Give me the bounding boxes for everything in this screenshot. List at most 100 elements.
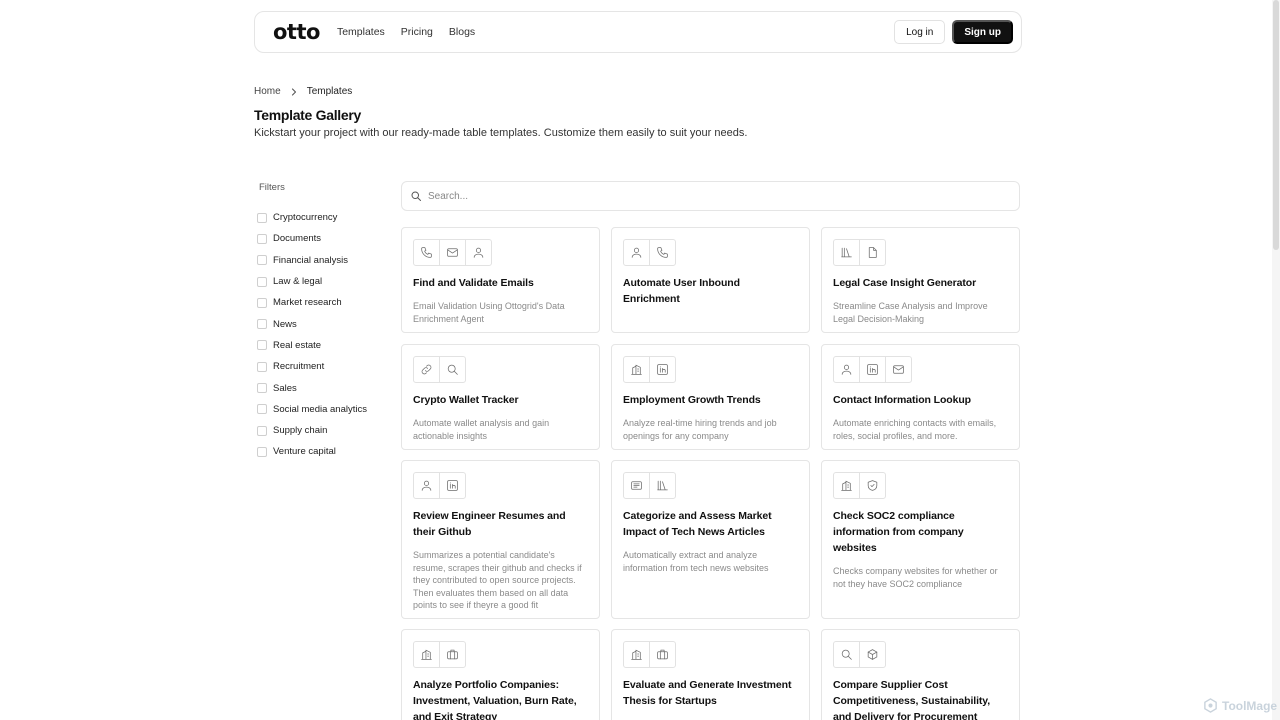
- filter-label: Documents: [273, 233, 322, 245]
- card-title: Analyze Portfolio Companies: Investment,…: [413, 679, 577, 720]
- filter-law-legal[interactable]: Law & legal: [257, 271, 367, 292]
- signup-button[interactable]: Sign up: [952, 20, 1013, 44]
- card-title: Find and Validate Emails: [413, 277, 534, 289]
- login-button[interactable]: Log in: [894, 20, 946, 44]
- filter-checkbox[interactable]: [257, 276, 267, 287]
- filter-label: Financial analysis: [273, 254, 348, 266]
- card-description: Checks company websites for whether or n…: [833, 566, 998, 589]
- template-card[interactable]: Categorize and Assess Market Impact of T…: [611, 460, 810, 619]
- phone-icon: [413, 239, 440, 266]
- filter-news[interactable]: News: [257, 313, 367, 334]
- nav-link-templates[interactable]: Templates: [337, 26, 385, 38]
- filter-label: Venture capital: [273, 446, 336, 458]
- filter-supply-chain[interactable]: Supply chain: [257, 420, 367, 441]
- card-description: Summarizes a potential candidate's resum…: [413, 550, 582, 610]
- briefcase-icon: [439, 641, 466, 668]
- template-card[interactable]: Analyze Portfolio Companies: Investment,…: [401, 629, 600, 720]
- linkedin-icon: [649, 356, 676, 383]
- card-description: Analyze real-time hiring trends and job …: [623, 418, 777, 441]
- template-card[interactable]: Automate User Inbound Enrichment: [611, 227, 810, 333]
- page-subtitle: Kickstart your project with our ready-ma…: [254, 127, 748, 139]
- filter-sales[interactable]: Sales: [257, 377, 367, 398]
- template-card[interactable]: Legal Case Insight Generator Streamline …: [821, 227, 1020, 333]
- filter-social-media-analytics[interactable]: Social media analytics: [257, 399, 367, 420]
- filter-financial-analysis[interactable]: Financial analysis: [257, 250, 367, 271]
- mail-icon: [439, 239, 466, 266]
- template-card[interactable]: Check SOC2 compliance information from c…: [821, 460, 1020, 619]
- search-icon: [439, 356, 466, 383]
- filter-documents[interactable]: Documents: [257, 228, 367, 249]
- scrollbar-track[interactable]: [1272, 0, 1280, 720]
- filter-checkbox[interactable]: [257, 425, 267, 436]
- chevron-right-icon: [290, 87, 298, 96]
- filter-market-research[interactable]: Market research: [257, 292, 367, 313]
- building-icon: [833, 472, 860, 499]
- building-icon: [623, 641, 650, 668]
- card-icons: [623, 356, 798, 383]
- card-title: Evaluate and Generate Investment Thesis …: [623, 679, 792, 707]
- filter-label: Social media analytics: [273, 403, 367, 415]
- user-icon: [623, 239, 650, 266]
- filter-label: Law & legal: [273, 276, 323, 288]
- scrollbar-thumb[interactable]: [1273, 0, 1279, 250]
- filter-cryptocurrency[interactable]: Cryptocurrency: [257, 207, 367, 228]
- search-input[interactable]: [428, 190, 988, 202]
- search-bar[interactable]: [401, 181, 1020, 211]
- template-card[interactable]: Review Engineer Resumes and their Github…: [401, 460, 600, 619]
- template-card[interactable]: Crypto Wallet Tracker Automate wallet an…: [401, 344, 600, 450]
- library-icon: [833, 239, 860, 266]
- card-icons: [413, 356, 588, 383]
- filter-checkbox[interactable]: [257, 361, 267, 372]
- search-icon: [833, 641, 860, 668]
- card-title: Automate User Inbound Enrichment: [623, 277, 740, 305]
- filter-checkbox[interactable]: [257, 255, 267, 266]
- template-card[interactable]: Find and Validate Emails Email Validatio…: [401, 227, 600, 333]
- filter-checkbox[interactable]: [257, 383, 267, 394]
- filter-checkbox[interactable]: [257, 319, 267, 330]
- filter-checkbox[interactable]: [257, 404, 267, 415]
- filter-label: Cryptocurrency: [273, 212, 338, 224]
- filter-checkbox[interactable]: [257, 340, 267, 351]
- watermark: ToolMage: [1203, 698, 1277, 713]
- template-card[interactable]: Evaluate and Generate Investment Thesis …: [611, 629, 810, 720]
- template-card[interactable]: Employment Growth Trends Analyze real-ti…: [611, 344, 810, 450]
- card-description: Automate enriching contacts with emails,…: [833, 418, 997, 441]
- filter-label: Supply chain: [273, 425, 328, 437]
- card-description: Email Validation Using Ottogrid's Data E…: [413, 301, 565, 324]
- card-title: Check SOC2 compliance information from c…: [833, 510, 964, 554]
- shield-icon: [859, 472, 886, 499]
- filter-checkbox[interactable]: [257, 233, 267, 244]
- breadcrumb-home[interactable]: Home: [254, 86, 281, 97]
- filters-label: Filters: [259, 182, 285, 193]
- card-title: Categorize and Assess Market Impact of T…: [623, 510, 772, 538]
- news-icon: [623, 472, 650, 499]
- search-icon: [410, 190, 422, 202]
- nav-link-blogs[interactable]: Blogs: [449, 26, 475, 38]
- watermark-text: ToolMage: [1222, 698, 1278, 713]
- filter-recruitment[interactable]: Recruitment: [257, 356, 367, 377]
- filter-venture-capital[interactable]: Venture capital: [257, 441, 367, 462]
- card-title: Crypto Wallet Tracker: [413, 394, 519, 406]
- logo[interactable]: otto: [273, 21, 320, 43]
- template-card[interactable]: Compare Supplier Cost Competitiveness, S…: [821, 629, 1020, 720]
- card-description: Streamline Case Analysis and Improve Leg…: [833, 301, 988, 324]
- phone-icon: [649, 239, 676, 266]
- filter-real-estate[interactable]: Real estate: [257, 335, 367, 356]
- breadcrumb: Home Templates: [254, 86, 352, 97]
- filter-checkbox[interactable]: [257, 446, 267, 457]
- filter-label: Market research: [273, 297, 342, 309]
- card-icons: [623, 239, 798, 266]
- card-icons: [833, 239, 1008, 266]
- filter-label: Real estate: [273, 339, 322, 351]
- filter-list: Cryptocurrency Documents Financial analy…: [257, 207, 367, 463]
- card-title: Contact Information Lookup: [833, 394, 971, 406]
- filter-label: Recruitment: [273, 361, 325, 373]
- nav-link-pricing[interactable]: Pricing: [401, 26, 433, 38]
- card-icons: [833, 641, 1008, 668]
- watermark-logo-icon: [1204, 698, 1217, 713]
- filter-checkbox[interactable]: [257, 212, 267, 223]
- linkedin-icon: [439, 472, 466, 499]
- card-icons: [623, 472, 798, 499]
- template-card[interactable]: Contact Information Lookup Automate enri…: [821, 344, 1020, 450]
- filter-checkbox[interactable]: [257, 297, 267, 308]
